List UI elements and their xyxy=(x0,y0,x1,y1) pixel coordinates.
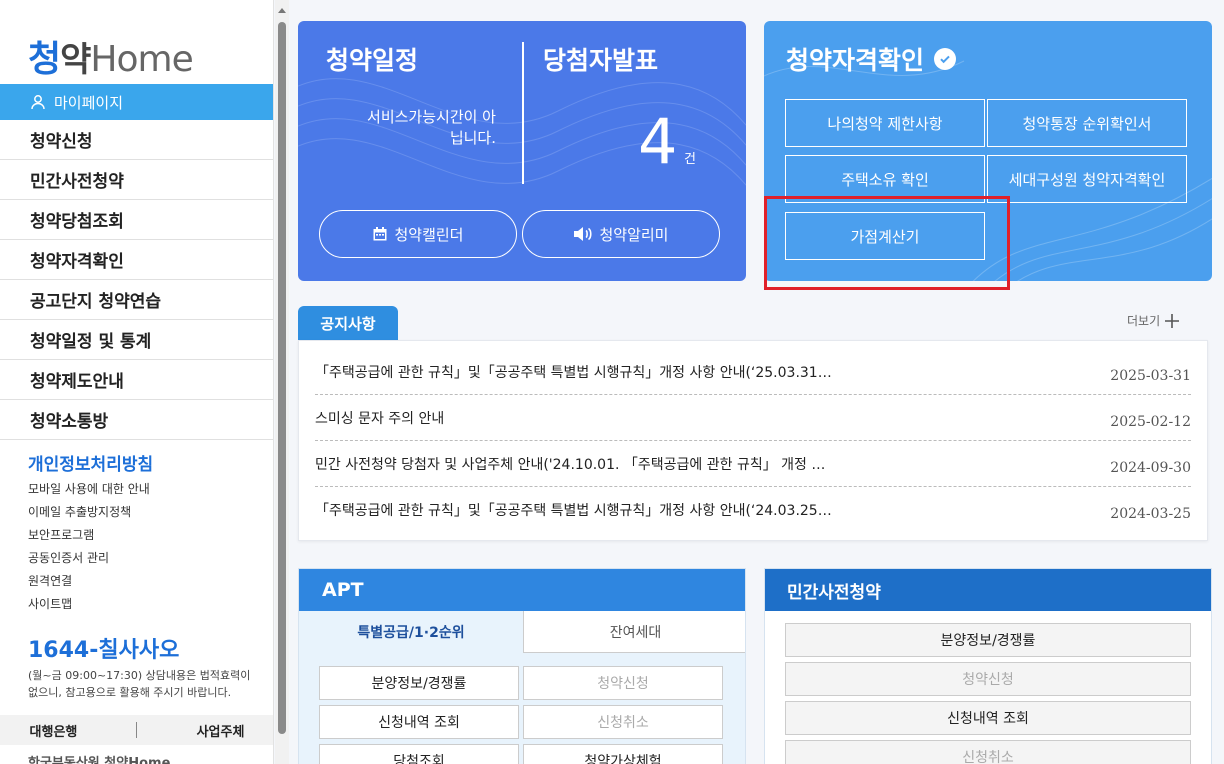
calendar-icon xyxy=(373,227,387,241)
winner-count: 4 xyxy=(638,105,678,178)
notice-title[interactable]: 「주택공급에 관한 규칙」및「공공주택 특별법 시행규칙」개정 사항 안내(‘2… xyxy=(315,362,832,382)
alert-button-label: 청약알리미 xyxy=(599,225,669,244)
sublink-sitemap[interactable]: 사이트맵 xyxy=(28,594,150,617)
sidebar-menu: 청약신청 민간사전청약 청약당첨조회 청약자격확인 공고단지 청약연습 청약일정… xyxy=(0,120,273,440)
sidebar: 청약Home 마이페이지 청약신청 민간사전청약 청약당첨조회 청약자격확인 공… xyxy=(0,0,274,764)
service-message: 서비스가능시간이 아닙니다. xyxy=(367,108,496,147)
alert-button[interactable]: 청약알리미 xyxy=(522,210,720,258)
check-circle-icon xyxy=(934,48,957,70)
sublink-security[interactable]: 보안프로그램 xyxy=(28,525,150,548)
scrollbar-thumb[interactable] xyxy=(278,22,286,734)
sublink-email-policy[interactable]: 이메일 추출방지정책 xyxy=(28,502,150,525)
apt-sale-info-button[interactable]: 분양정보/경쟁률 xyxy=(319,666,519,700)
scroll-up-icon[interactable] xyxy=(278,8,286,13)
notice-title[interactable]: 스미싱 문자 주의 안내 xyxy=(315,408,444,428)
qualification-title[interactable]: 청약자격확인 xyxy=(786,41,957,77)
apt-cancel-button[interactable]: 신청취소 xyxy=(523,705,723,739)
plus-icon xyxy=(1165,313,1180,328)
mypage-link[interactable]: 마이페이지 xyxy=(0,84,273,120)
notice-title[interactable]: 「주택공급에 관한 규칙」및「공공주택 특별법 시행규칙」개정 사항 안내(‘2… xyxy=(315,500,832,520)
sidebar-bottom-links: 대행은행 사업주체 xyxy=(0,715,273,745)
sidebar-item-schedule-stats[interactable]: 청약일정 및 통계 xyxy=(0,320,273,360)
rank-certificate-button[interactable]: 청약통장 순위확인서 xyxy=(987,99,1187,147)
private-cancel-button[interactable]: 신청취소 xyxy=(785,740,1191,764)
speaker-icon xyxy=(574,227,593,241)
tab-special-supply[interactable]: 특별공급/1·2순위 xyxy=(299,611,523,653)
sidebar-sublinks: 모바일 사용에 대한 안내 이메일 추출방지정책 보안프로그램 공동인증서 관리… xyxy=(28,479,150,617)
calendar-button[interactable]: 청약캘린더 xyxy=(319,210,517,258)
notice-list: 「주택공급에 관한 규칙」및「공공주택 특별법 시행규칙」개정 사항 안내(‘2… xyxy=(298,340,1208,541)
footer-logo: 한국부동산원 청약Home xyxy=(28,756,171,764)
sidebar-item-private-pre[interactable]: 민간사전청약 xyxy=(0,160,273,200)
logo-ko: 약 xyxy=(60,40,91,80)
schedule-title[interactable]: 청약일정 xyxy=(326,41,418,77)
winner-count-unit: 건 xyxy=(684,152,696,167)
calendar-button-label: 청약캘린더 xyxy=(394,225,464,244)
divider xyxy=(136,722,138,738)
notice-item[interactable]: 「주택공급에 관한 규칙」및「공공주택 특별법 시행규칙」개정 사항 안내(‘2… xyxy=(315,487,1191,533)
household-qualification-button[interactable]: 세대구성원 청약자격확인 xyxy=(987,155,1187,203)
notice-title[interactable]: 민간 사전청약 당첨자 및 사업주체 안내('24.10.01. 「주택공급에 … xyxy=(315,454,825,474)
notice-date: 2025-02-12 xyxy=(1110,413,1191,430)
private-history-button[interactable]: 신청내역 조회 xyxy=(785,701,1191,735)
apt-history-button[interactable]: 신청내역 조회 xyxy=(319,705,519,739)
sublink-certificate[interactable]: 공동인증서 관리 xyxy=(28,548,150,571)
sidebar-item-practice[interactable]: 공고단지 청약연습 xyxy=(0,280,273,320)
notice-date: 2024-09-30 xyxy=(1110,459,1191,476)
notice-item[interactable]: 스미싱 문자 주의 안내 2025-02-12 xyxy=(315,395,1191,441)
qualification-title-text: 청약자격확인 xyxy=(786,46,925,75)
sidebar-item-apply[interactable]: 청약신청 xyxy=(0,120,273,160)
apt-winner-button[interactable]: 당첨조회 xyxy=(319,744,519,764)
tab-remaining-units[interactable]: 잔여세대 xyxy=(523,611,745,653)
phone-number: 1644-칠사사오 xyxy=(28,638,180,663)
business-entity-link[interactable]: 사업주체 xyxy=(197,721,245,740)
sublink-remote[interactable]: 원격연결 xyxy=(28,571,150,594)
apt-virtual-experience-button[interactable]: 청약가상체험 xyxy=(523,744,723,764)
apt-tabs: 특별공급/1·2순위 잔여세대 xyxy=(299,611,745,653)
winner-title[interactable]: 당첨자발표 xyxy=(543,41,658,77)
apt-title: APT xyxy=(299,569,745,611)
agency-bank-link[interactable]: 대행은행 xyxy=(30,721,78,740)
phone-note: (월~금 09:00~17:30) 상담내용은 법적효력이 없으니, 참고용으로… xyxy=(28,669,251,699)
sidebar-item-community[interactable]: 청약소통방 xyxy=(0,400,273,440)
sidebar-item-qualification[interactable]: 청약자격확인 xyxy=(0,240,273,280)
sublink-mobile[interactable]: 모바일 사용에 대한 안내 xyxy=(28,479,150,502)
user-icon xyxy=(31,95,45,110)
sidebar-scrollbar[interactable] xyxy=(275,0,289,764)
private-pre-card: 민간사전청약 분양정보/경쟁률 청약신청 신청내역 조회 신청취소 xyxy=(764,568,1212,764)
sidebar-item-system-guide[interactable]: 청약제도안내 xyxy=(0,360,273,400)
site-logo[interactable]: 청약Home xyxy=(28,30,194,82)
more-label: 더보기 xyxy=(1127,314,1161,328)
more-link[interactable]: 더보기 xyxy=(1127,312,1180,329)
private-apply-button[interactable]: 청약신청 xyxy=(785,662,1191,696)
notice-item[interactable]: 민간 사전청약 당첨자 및 사업주체 안내('24.10.01. 「주택공급에 … xyxy=(315,441,1191,487)
highlight-box xyxy=(764,196,1010,290)
logo-mark: 청 xyxy=(28,39,61,80)
apt-card: APT 특별공급/1·2순위 잔여세대 분양정보/경쟁률 청약신청 신청내역 조… xyxy=(298,568,746,764)
card-divider xyxy=(522,42,524,184)
private-pre-title: 민간사전청약 xyxy=(765,569,1211,611)
schedule-card: 청약일정 당첨자발표 서비스가능시간이 아닙니다. 4 건 청약캘린더 청약알리… xyxy=(298,21,746,281)
privacy-policy-link[interactable]: 개인정보처리방침 xyxy=(28,450,153,475)
my-restriction-button[interactable]: 나의청약 제한사항 xyxy=(785,99,985,147)
notice-item[interactable]: 「주택공급에 관한 규칙」및「공공주택 특별법 시행규칙」개정 사항 안내(‘2… xyxy=(315,349,1191,395)
notice-date: 2025-03-31 xyxy=(1110,367,1191,384)
private-sale-info-button[interactable]: 분양정보/경쟁률 xyxy=(785,623,1191,657)
notice-tab[interactable]: 공지사항 xyxy=(298,306,398,340)
sidebar-item-winner-check[interactable]: 청약당첨조회 xyxy=(0,200,273,240)
logo-home: Home xyxy=(90,39,193,80)
apt-apply-button[interactable]: 청약신청 xyxy=(523,666,723,700)
mypage-label: 마이페이지 xyxy=(54,93,124,112)
notice-date: 2024-03-25 xyxy=(1110,506,1191,522)
